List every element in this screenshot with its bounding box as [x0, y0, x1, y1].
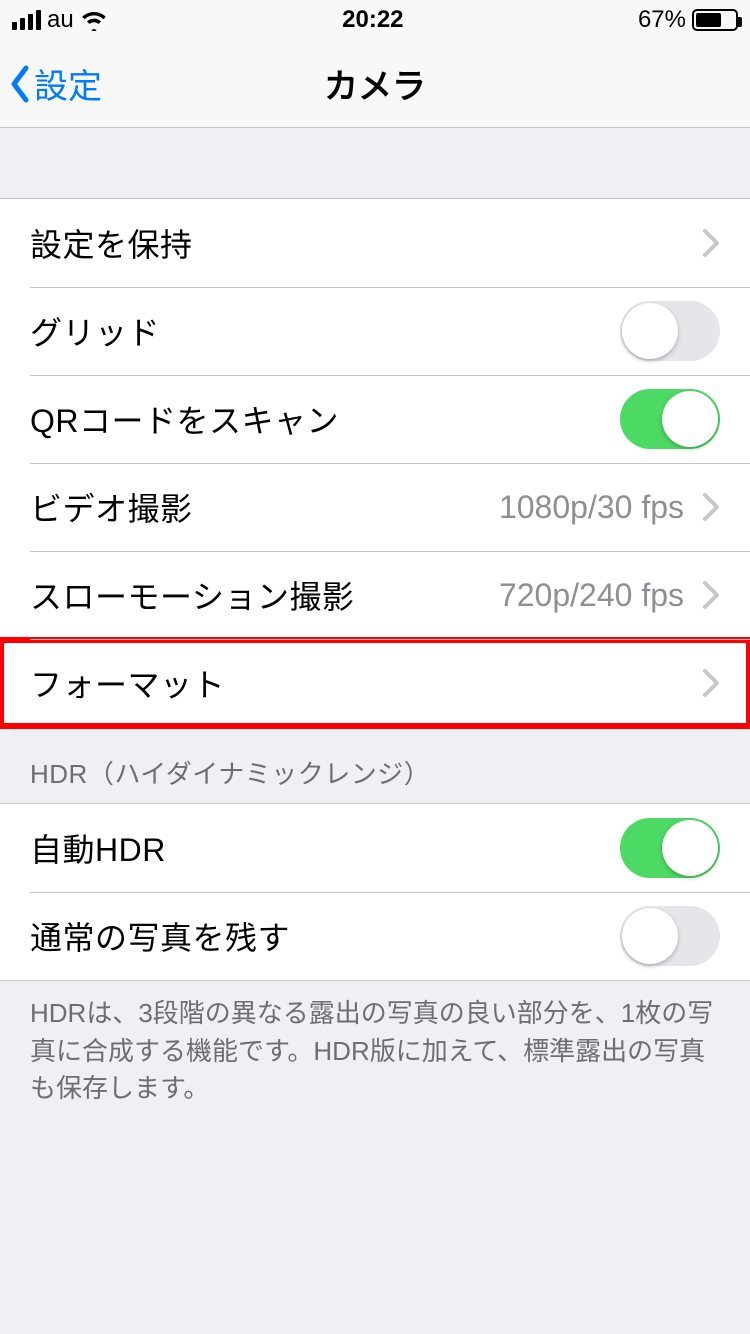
chevron-left-icon: [8, 64, 32, 104]
settings-group-hdr: 自動HDR 通常の写真を残す: [0, 803, 750, 981]
row-slomo[interactable]: スローモーション撮影 720p/240 fps: [0, 551, 750, 639]
row-value: 720p/240 fps: [499, 577, 684, 614]
keep-normal-toggle[interactable]: [620, 906, 720, 966]
status-bar: au 20:22 67%: [0, 0, 750, 40]
section-header-hdr: HDR（ハイダイナミックレンジ）: [0, 728, 750, 803]
chevron-right-icon: [702, 580, 720, 610]
page-title: カメラ: [10, 59, 740, 108]
wifi-icon: [80, 9, 108, 31]
battery-icon: [692, 9, 738, 31]
section-footer-hdr: HDRは、3段階の異なる露出の写真の良い部分を、1枚の写真に合成する機能です。H…: [0, 981, 750, 1128]
back-button[interactable]: 設定: [8, 59, 102, 108]
row-qr-scan[interactable]: QRコードをスキャン: [0, 375, 750, 463]
nav-bar: 設定 カメラ: [0, 40, 750, 128]
row-keep-normal-photo[interactable]: 通常の写真を残す: [0, 892, 750, 980]
auto-hdr-toggle[interactable]: [620, 818, 720, 878]
row-video-record[interactable]: ビデオ撮影 1080p/30 fps: [0, 463, 750, 551]
row-label: ビデオ撮影: [30, 484, 193, 530]
qr-scan-toggle[interactable]: [620, 389, 720, 449]
chevron-right-icon: [702, 668, 720, 698]
status-right: 67%: [638, 6, 738, 34]
row-label: フォーマット: [30, 660, 225, 706]
status-left: au: [12, 6, 108, 34]
grid-toggle[interactable]: [620, 301, 720, 361]
row-label: 設定を保持: [30, 220, 193, 266]
row-auto-hdr[interactable]: 自動HDR: [0, 804, 750, 892]
status-time: 20:22: [342, 6, 403, 34]
row-preserve-settings[interactable]: 設定を保持: [0, 199, 750, 287]
row-label: グリッド: [30, 308, 160, 354]
row-format[interactable]: フォーマット: [0, 639, 750, 727]
back-label: 設定: [34, 59, 102, 108]
row-label: 通常の写真を残す: [30, 913, 290, 959]
section-spacer: [0, 128, 750, 198]
chevron-right-icon: [702, 228, 720, 258]
carrier-label: au: [47, 6, 74, 34]
row-grid[interactable]: グリッド: [0, 287, 750, 375]
battery-percentage: 67%: [638, 6, 686, 34]
row-label: スローモーション撮影: [30, 572, 354, 618]
row-label: 自動HDR: [30, 825, 166, 871]
settings-group-main: 設定を保持 グリッド QRコードをスキャン ビデオ撮影 1080p/30 fps…: [0, 198, 750, 728]
row-label: QRコードをスキャン: [30, 396, 339, 442]
chevron-right-icon: [702, 492, 720, 522]
cellular-signal-icon: [12, 10, 41, 30]
row-value: 1080p/30 fps: [499, 489, 684, 526]
